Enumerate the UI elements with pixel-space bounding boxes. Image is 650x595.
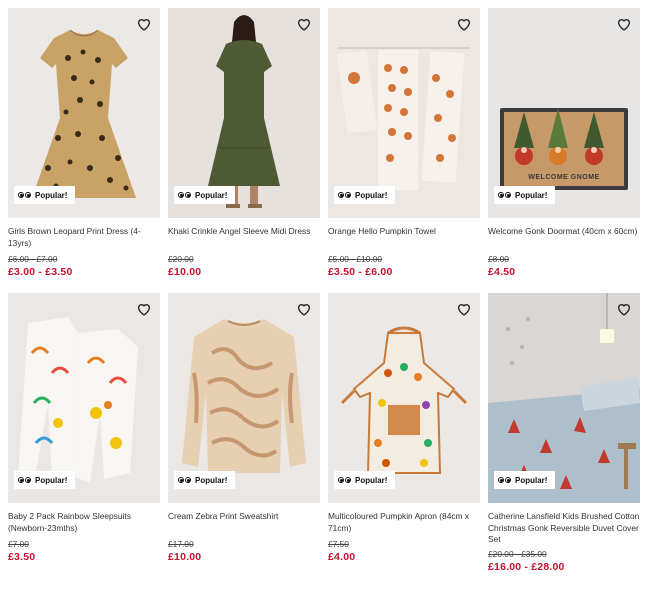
product-card[interactable]: WELCOME GNOME Popular! Welcome Gonk Door…	[488, 8, 640, 278]
wishlist-heart-icon[interactable]	[616, 301, 632, 317]
badge-label: Popular!	[195, 475, 228, 485]
product-image[interactable]: WELCOME GNOME Popular!	[488, 8, 640, 218]
badge-label: Popular!	[35, 475, 68, 485]
product-card[interactable]: Popular! Cream Zebra Print Sweatshirt £1…	[168, 293, 320, 563]
was-price: £7.00	[8, 539, 29, 549]
was-price: £17.00	[168, 539, 194, 549]
badge-label: Popular!	[355, 475, 388, 485]
product-image[interactable]: Popular!	[488, 293, 640, 503]
was-price: £20.00 - £35.00	[488, 549, 547, 559]
doormat-text: WELCOME GNOME	[528, 174, 600, 181]
eyes-icon	[338, 477, 351, 483]
product-card[interactable]: Popular! Catherine Lansfield Kids Brushe…	[488, 293, 640, 573]
product-title[interactable]: Catherine Lansfield Kids Brushed Cotton …	[488, 511, 640, 545]
product-card[interactable]: Popular! Khaki Crinkle Angel Sleeve Midi…	[168, 8, 320, 278]
popular-badge: Popular!	[14, 471, 76, 489]
wishlist-heart-icon[interactable]	[136, 16, 152, 32]
popular-badge: Popular!	[494, 471, 556, 489]
wishlist-heart-icon[interactable]	[616, 16, 632, 32]
wishlist-heart-icon[interactable]	[296, 16, 312, 32]
product-image[interactable]: Popular!	[328, 293, 480, 503]
popular-badge: Popular!	[494, 186, 556, 204]
product-title[interactable]: Welcome Gonk Doormat (40cm x 60cm)	[488, 226, 640, 250]
product-image[interactable]: Popular!	[168, 293, 320, 503]
sale-price: £4.00	[328, 551, 356, 563]
badge-label: Popular!	[35, 190, 68, 200]
wishlist-heart-icon[interactable]	[136, 301, 152, 317]
product-card[interactable]: Popular! Baby 2 Pack Rainbow Sleepsuits …	[8, 293, 160, 563]
product-grid: Popular! Girls Brown Leopard Print Dress…	[0, 0, 650, 595]
popular-badge: Popular!	[334, 471, 396, 489]
badge-label: Popular!	[515, 475, 548, 485]
product-card[interactable]: Popular! Girls Brown Leopard Print Dress…	[8, 8, 160, 278]
was-price: £6.00 - £7.00	[8, 254, 58, 264]
product-title[interactable]: Baby 2 Pack Rainbow Sleepsuits (Newborn-…	[8, 511, 160, 535]
badge-label: Popular!	[355, 190, 388, 200]
was-price: £7.50	[328, 539, 349, 549]
wishlist-heart-icon[interactable]	[456, 301, 472, 317]
popular-badge: Popular!	[174, 471, 236, 489]
was-price: £8.00	[488, 254, 509, 264]
wishlist-heart-icon[interactable]	[296, 301, 312, 317]
product-title[interactable]: Orange Hello Pumpkin Towel	[328, 226, 480, 250]
product-image[interactable]: Popular!	[168, 8, 320, 218]
popular-badge: Popular!	[174, 186, 236, 204]
eyes-icon	[18, 477, 31, 483]
badge-label: Popular!	[195, 190, 228, 200]
product-title[interactable]: Cream Zebra Print Sweatshirt	[168, 511, 320, 535]
popular-badge: Popular!	[334, 186, 396, 204]
sale-price: £10.00	[168, 266, 202, 278]
wishlist-heart-icon[interactable]	[456, 16, 472, 32]
sale-price: £10.00	[168, 551, 202, 563]
sale-price: £3.00 - £3.50	[8, 266, 73, 278]
eyes-icon	[178, 192, 191, 198]
eyes-icon	[18, 192, 31, 198]
product-image[interactable]: Popular!	[8, 8, 160, 218]
product-title[interactable]: Girls Brown Leopard Print Dress (4-13yrs…	[8, 226, 160, 250]
product-image[interactable]: Popular!	[8, 293, 160, 503]
product-image[interactable]: Popular!	[328, 8, 480, 218]
popular-badge: Popular!	[14, 186, 76, 204]
was-price: £20.00	[168, 254, 194, 264]
eyes-icon	[498, 192, 511, 198]
product-card[interactable]: Popular! Orange Hello Pumpkin Towel £5.0…	[328, 8, 480, 278]
was-price: £5.00 - £10.00	[328, 254, 383, 264]
sale-price: £3.50 - £6.00	[328, 266, 393, 278]
eyes-icon	[338, 192, 351, 198]
product-card[interactable]: Popular! Multicoloured Pumpkin Apron (84…	[328, 293, 480, 563]
eyes-icon	[498, 477, 511, 483]
sale-price: £3.50	[8, 551, 36, 563]
product-title[interactable]: Multicoloured Pumpkin Apron (84cm x 71cm…	[328, 511, 480, 535]
product-title[interactable]: Khaki Crinkle Angel Sleeve Midi Dress	[168, 226, 320, 250]
sale-price: £16.00 - £28.00	[488, 561, 565, 573]
badge-label: Popular!	[515, 190, 548, 200]
sale-price: £4.50	[488, 266, 516, 278]
eyes-icon	[178, 477, 191, 483]
